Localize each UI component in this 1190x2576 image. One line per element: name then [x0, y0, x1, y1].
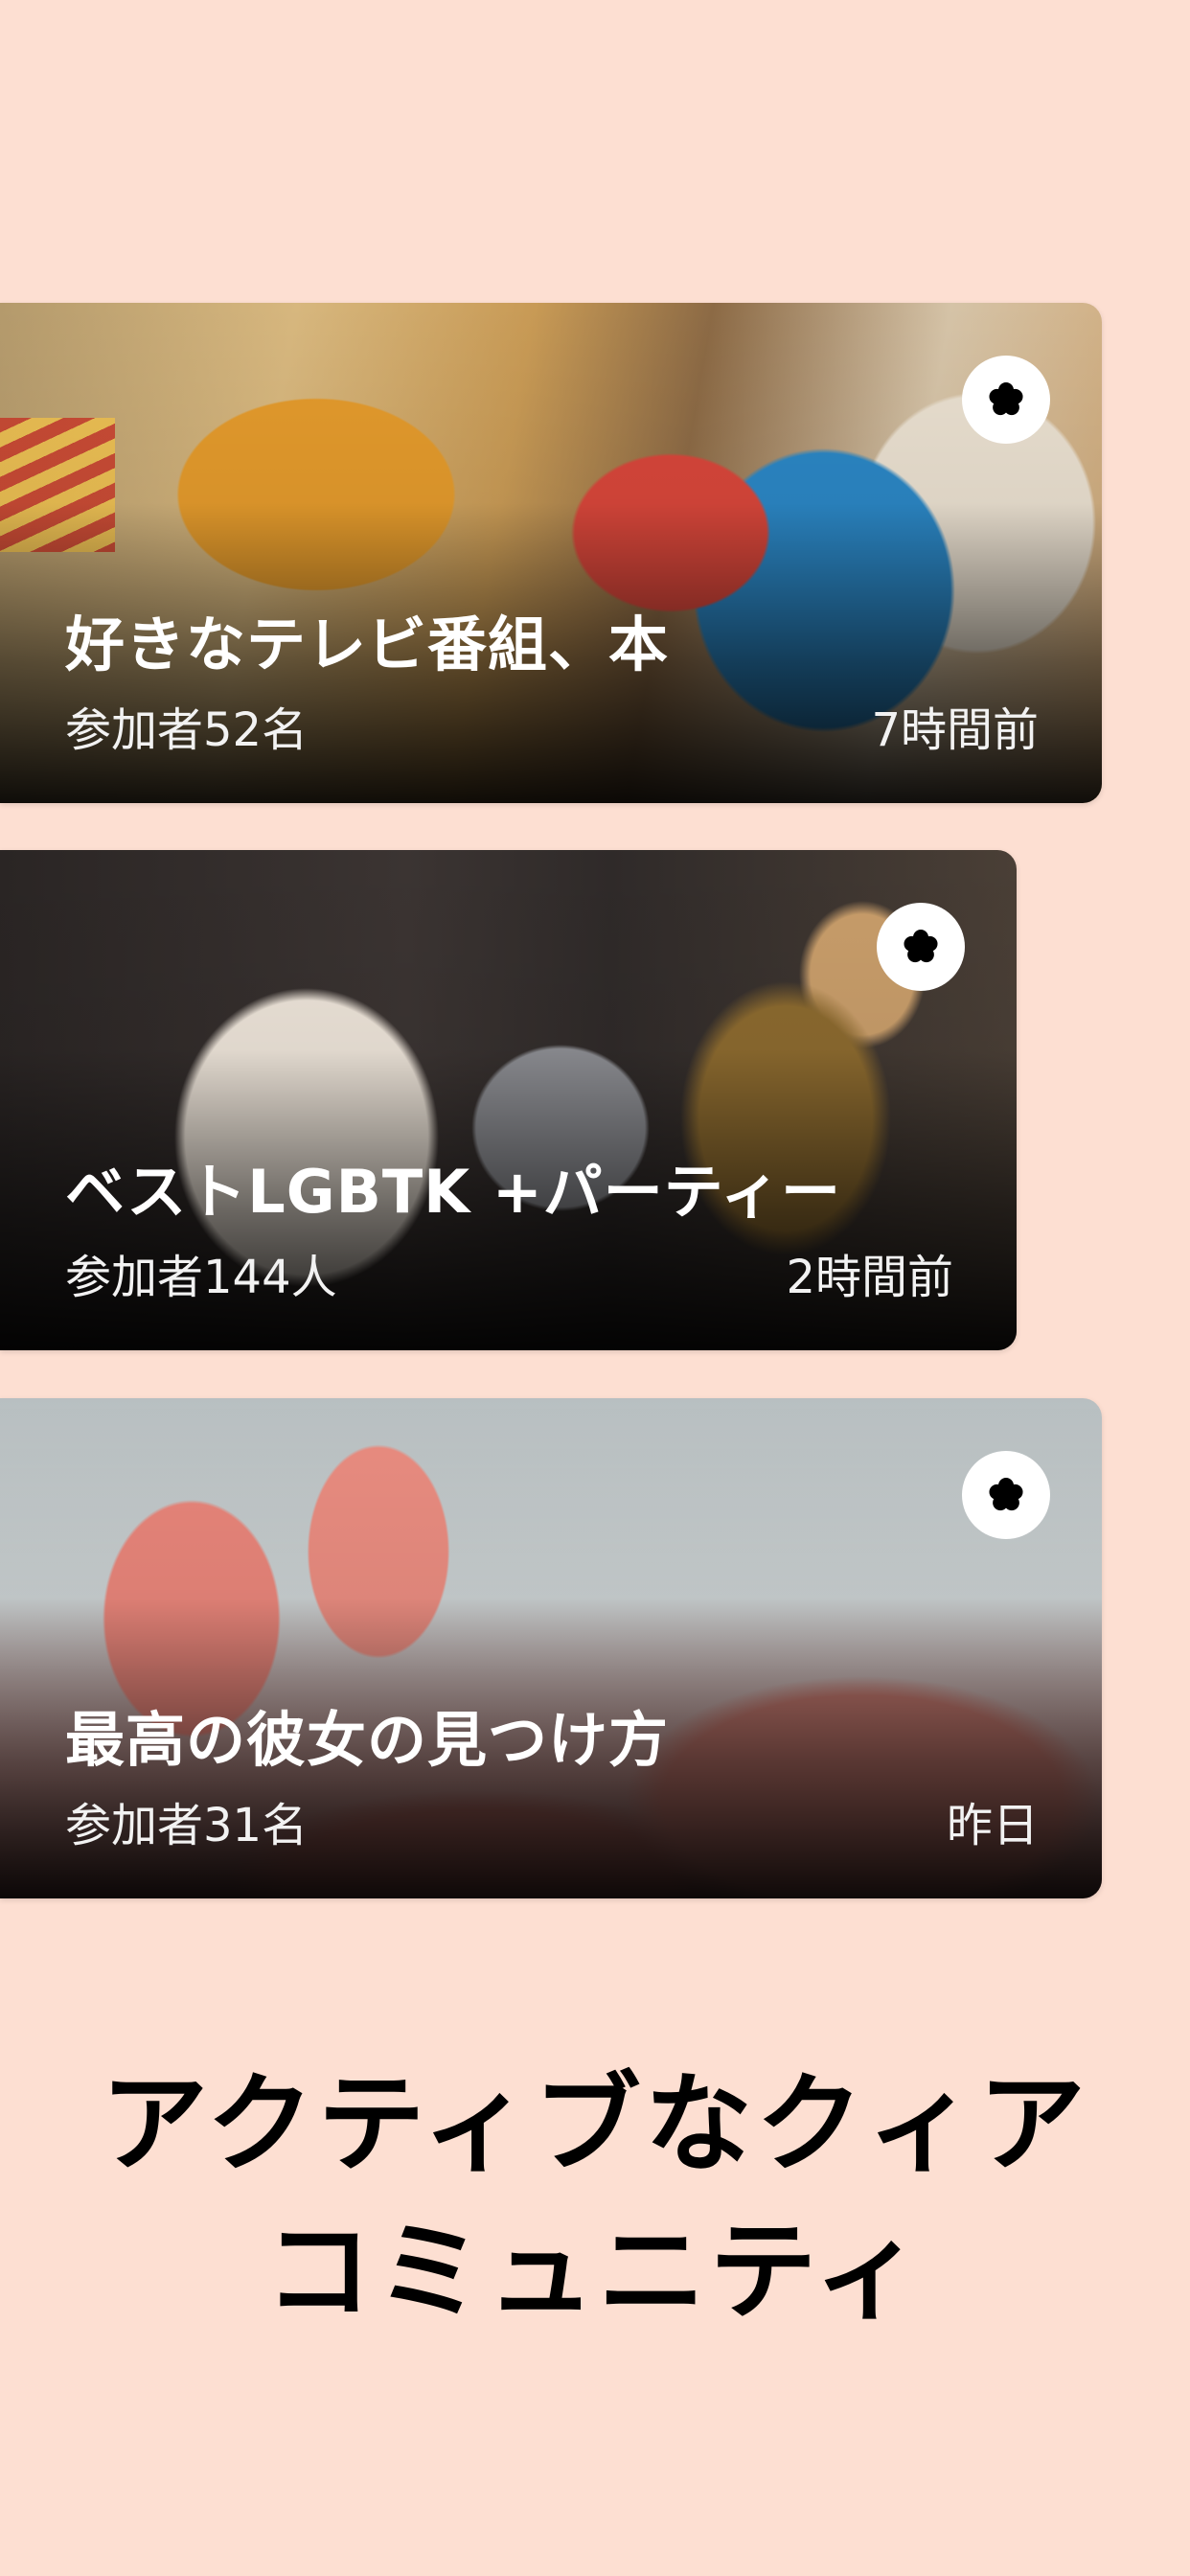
community-card-tv-books[interactable]: 好きなテレビ番組、本 参加者52名 7時間前 [0, 303, 1102, 803]
participant-count: 参加者144人 [65, 1251, 337, 1304]
flower-icon-glyph [989, 1478, 1023, 1511]
flower-icon[interactable] [877, 903, 965, 991]
card-timestamp: 2時間前 [786, 1251, 953, 1304]
community-card-party[interactable]: ベストLGBTK +パーティー 参加者144人 2時間前 [0, 850, 1017, 1350]
flower-icon[interactable] [962, 356, 1050, 444]
headline-line-2: コミュニティ [264, 2210, 926, 2334]
promo-headline: アクティブなクィア コミュニティ [0, 2051, 1190, 2346]
card-title: 最高の彼女の見つけ方 [65, 1705, 670, 1775]
flower-icon-glyph [989, 382, 1023, 416]
card-title: ベストLGBTK +パーティー [65, 1157, 842, 1227]
headline-line-1: アクティブなクィア [101, 2062, 1089, 2187]
flower-icon[interactable] [962, 1451, 1050, 1539]
card-title: 好きなテレビ番組、本 [65, 610, 670, 679]
participant-count: 参加者31名 [65, 1799, 309, 1852]
card-timestamp: 7時間前 [871, 703, 1039, 757]
participant-count: 参加者52名 [65, 703, 309, 757]
community-card-find-girlfriend[interactable]: 最高の彼女の見つけ方 参加者31名 昨日 [0, 1398, 1102, 1898]
card-timestamp: 昨日 [946, 1799, 1039, 1852]
flower-icon-glyph [904, 930, 938, 963]
